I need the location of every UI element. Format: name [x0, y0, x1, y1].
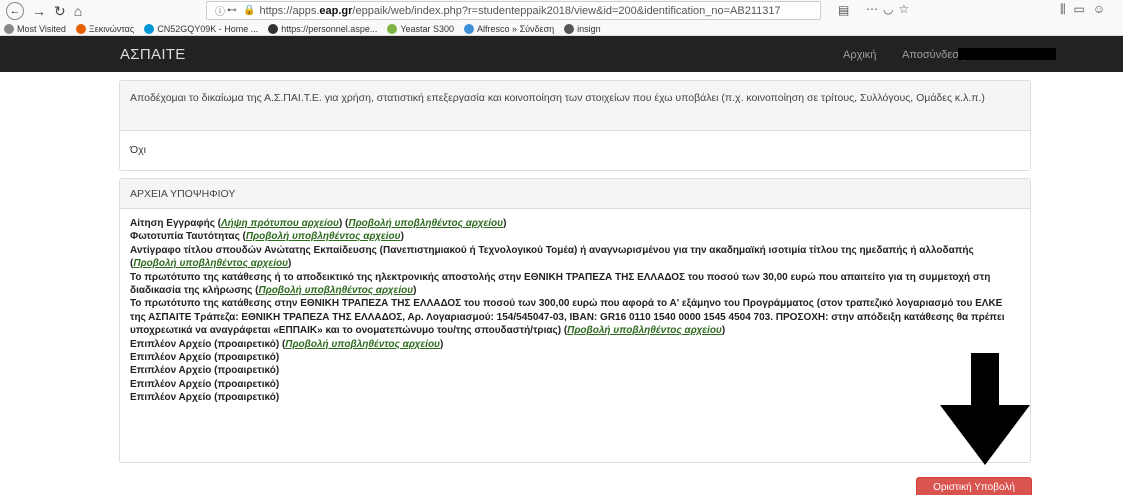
file-item: Επιπλέον Αρχείο (προαιρετικό) — [130, 351, 1020, 364]
redacted-username — [958, 48, 1056, 60]
globe-icon — [564, 23, 575, 34]
view-submitted-file-link[interactable]: Προβολή υποβληθέντος αρχείου — [567, 325, 722, 336]
down-arrow-icon — [940, 353, 1030, 465]
bookmark-label: Most Visited — [17, 23, 66, 34]
file-item-label: Επιπλέον Αρχείο (προαιρετικό) — [130, 365, 280, 377]
page-actions: ⋯◡☆ — [866, 2, 914, 16]
reader-view-icon[interactable]: ▤ — [838, 3, 849, 17]
library-icon[interactable]: ⫼ — [1060, 2, 1074, 16]
bookmark-label: Alfresco » Σύνδεση — [477, 23, 555, 34]
home-icon[interactable]: ⌂ — [74, 2, 82, 20]
nav-home-link[interactable]: Αρχική — [843, 49, 876, 61]
file-item-label: Φωτοτυπία Ταυτότητας — [130, 231, 240, 243]
bookmark-item[interactable]: Ξεκινώντας — [75, 23, 135, 34]
bookmark-item[interactable]: CN52GQY09K - Home ... — [144, 23, 259, 34]
consent-answer: Όχι — [130, 144, 146, 156]
forward-arrow-icon[interactable]: → — [32, 2, 46, 20]
file-item: Φωτοτυπία Ταυτότητας (Προβολή υποβληθέντ… — [130, 231, 404, 243]
firefox-icon — [75, 23, 86, 34]
address-bar[interactable]: ⓘ ⊷ 🔒 https://apps. eap.gr/eppaik/web/ind… — [206, 1, 821, 20]
url-path: /eppaik/web/index.php?r=studenteppaik201… — [352, 4, 781, 17]
url-host: eap.gr — [319, 4, 353, 17]
pocket-icon[interactable]: ◡ — [883, 2, 898, 16]
gear-icon — [4, 23, 14, 34]
sidebar-icon[interactable]: ▭ — [1074, 2, 1093, 16]
view-submitted-file-link[interactable]: Προβολή υποβληθέντος αρχείου — [258, 285, 413, 296]
reload-icon[interactable]: ↻ — [54, 2, 66, 20]
view-submitted-file-link[interactable]: Προβολή υποβληθέντος αρχείου — [285, 339, 440, 350]
file-item: Επιπλέον Αρχείο (προαιρετικό) — [130, 378, 1020, 391]
file-item-label: Επιπλέον Αρχείο (προαιρετικό) — [130, 378, 280, 390]
file-item-label: Επιπλέον Αρχείο (προαιρετικό) — [130, 352, 280, 364]
files-heading: ΑΡΧΕΙΑ ΥΠΟΨΗΦΙΟΥ — [120, 179, 1030, 209]
bookmark-label: https://personnel.aspe... — [281, 23, 378, 34]
more-actions-icon[interactable]: ⋯ — [866, 2, 883, 16]
bookmark-label: Ξεκινώντας — [88, 23, 135, 34]
file-item: Επιπλέον Αρχείο (προαιρετικό) (Προβολή υ… — [130, 338, 444, 350]
consent-panel: Αποδέχομαι το δικαίωμα της Α.Σ.ΠΑΙ.Τ.Ε. … — [119, 80, 1031, 171]
consent-question: Αποδέχομαι το δικαίωμα της Α.Σ.ΠΑΙ.Τ.Ε. … — [120, 81, 1030, 131]
view-submitted-file-link[interactable]: Προβολή υποβληθέντος αρχείου — [133, 258, 288, 269]
final-submit-button[interactable]: Οριστική Υποβολή — [916, 477, 1032, 495]
nav-logout-link[interactable]: Αποσύνδεση — [902, 49, 965, 61]
people-icon — [268, 23, 279, 34]
view-submitted-file-link[interactable]: Προβολή υποβληθέντος αρχείου — [246, 231, 401, 242]
star-icon — [387, 23, 398, 34]
lock-icon: 🔒 — [243, 5, 256, 16]
bookmark-label: CN52GQY09K - Home ... — [157, 23, 259, 34]
download-template-link[interactable]: Λήψη πρότυπου αρχείου — [221, 218, 339, 229]
bookmark-item[interactable]: Most Visited — [4, 23, 66, 34]
file-item: Αίτηση Εγγραφής (Λήψη πρότυπου αρχείου) … — [130, 218, 507, 229]
brand-logo[interactable]: ΑΣΠΑΙΤΕ — [120, 46, 186, 63]
account-icon[interactable]: ☺ — [1093, 2, 1113, 16]
files-panel: ΑΡΧΕΙΑ ΥΠΟΨΗΦΙΟΥ Αίτηση Εγγραφής (Λήψη π… — [119, 178, 1031, 463]
file-item-label: Επιπλέον Αρχείο (προαιρετικό) — [130, 392, 280, 404]
file-item: Το πρωτότυπο της κατάθεσης ή το αποδεικτ… — [130, 271, 991, 297]
hp-icon — [144, 23, 155, 34]
bookmark-item[interactable]: https://personnel.aspe... — [268, 23, 378, 34]
info-icon[interactable]: ⓘ — [215, 3, 225, 18]
url-prefix: https://apps. — [259, 4, 320, 17]
bookmark-label: insign — [577, 23, 601, 34]
bookmark-item[interactable]: Alfresco » Σύνδεση — [464, 23, 555, 34]
key-icon[interactable]: ⊷ — [227, 5, 237, 16]
file-item-label: Επιπλέον Αρχείο (προαιρετικό) — [130, 338, 280, 350]
file-item: Αντίγραφο τίτλου σπουδών Ανώτατης Εκπαίδ… — [130, 244, 974, 270]
file-item-label: Αίτηση Εγγραφής — [130, 218, 215, 229]
toolbar-right: ⫼▭☺ — [1060, 2, 1113, 17]
app-navbar: ΑΣΠΑΙΤΕ Αρχική Αποσύνδεση — [0, 36, 1123, 72]
alfresco-icon — [464, 23, 475, 34]
file-item: Επιπλέον Αρχείο (προαιρετικό) — [130, 364, 1020, 377]
bookmark-star-icon[interactable]: ☆ — [898, 2, 914, 16]
files-list: Αίτηση Εγγραφής (Λήψη πρότυπου αρχείου) … — [120, 209, 1030, 405]
file-item: Επιπλέον Αρχείο (προαιρετικό) — [130, 391, 1020, 404]
bookmark-item[interactable]: Yeastar S300 — [387, 23, 455, 34]
file-item-label: Αντίγραφο τίτλου σπουδών Ανώτατης Εκπαίδ… — [130, 244, 974, 256]
bookmark-item[interactable]: insign — [564, 23, 601, 34]
view-submitted-file-link[interactable]: Προβολή υποβληθέντος αρχείου — [348, 218, 503, 229]
bookmarks-toolbar: Most Visited Ξεκινώντας CN52GQY09K - Home … — [0, 22, 1123, 36]
file-item: Το πρωτότυπο της κατάθεσης στην ΕΘΝΙΚΗ Τ… — [130, 298, 1005, 337]
back-arrow-icon[interactable]: ← — [6, 2, 24, 20]
bookmark-label: Yeastar S300 — [400, 23, 455, 34]
